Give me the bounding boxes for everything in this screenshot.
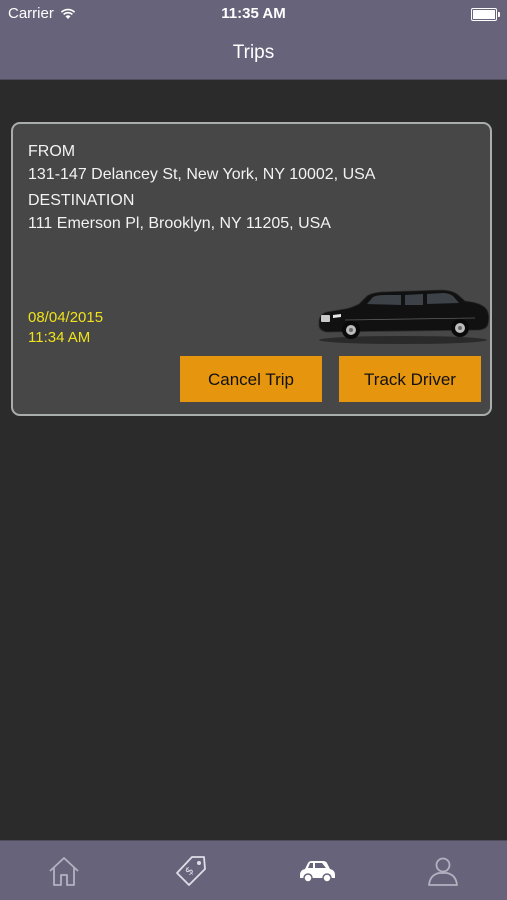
price-tag-icon: $ bbox=[176, 856, 206, 886]
cancel-trip-button[interactable]: Cancel Trip bbox=[180, 356, 322, 402]
limousine-image bbox=[318, 289, 490, 344]
tab-bar: $ bbox=[0, 840, 507, 900]
navigation-bar: Carrier 11:35 AM Trips bbox=[0, 0, 507, 80]
page-title: Trips bbox=[232, 42, 275, 63]
track-driver-button[interactable]: Track Driver bbox=[339, 356, 481, 402]
destination-address: 111 Emerson Pl, Brooklyn, NY 11205, USA bbox=[28, 215, 331, 232]
destination-label: DESTINATION bbox=[28, 192, 135, 209]
from-address: 131-147 Delancey St, New York, NY 10002,… bbox=[28, 166, 376, 183]
home-icon bbox=[49, 857, 79, 886]
trips-screen: Carrier 11:35 AM Trips FROM 131-147 Dela… bbox=[0, 0, 507, 900]
svg-text:$: $ bbox=[182, 864, 196, 878]
from-label: FROM bbox=[28, 143, 76, 160]
battery-icon bbox=[471, 8, 500, 21]
tab-trips[interactable] bbox=[297, 853, 337, 889]
trip-time: 11:34 AM bbox=[28, 329, 91, 346]
status-bar: Carrier 11:35 AM bbox=[0, 0, 507, 28]
trip-card[interactable]: FROM 131-147 Delancey St, New York, NY 1… bbox=[11, 122, 492, 416]
tab-home[interactable] bbox=[44, 853, 84, 889]
tab-profile[interactable] bbox=[423, 853, 463, 889]
trip-date: 08/04/2015 bbox=[28, 309, 104, 326]
status-time: 11:35 AM bbox=[221, 5, 286, 22]
car-icon bbox=[300, 861, 335, 883]
profile-icon bbox=[428, 857, 458, 886]
tab-offers[interactable]: $ bbox=[171, 853, 211, 889]
